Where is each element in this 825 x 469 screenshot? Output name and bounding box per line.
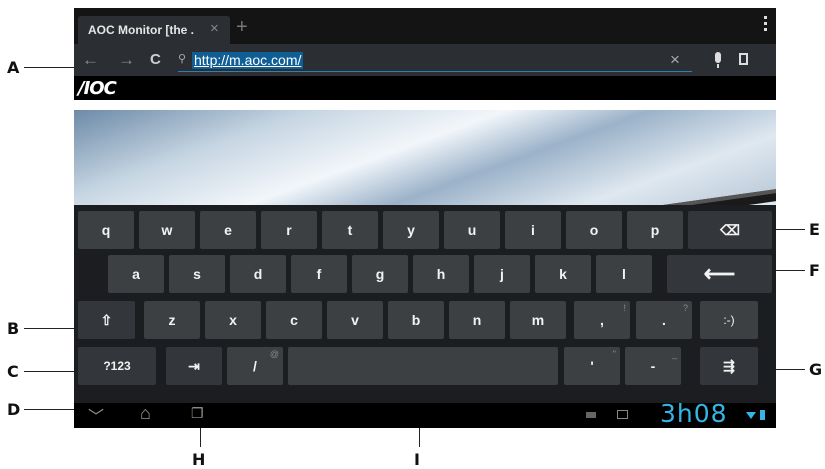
hero-banner-image (74, 110, 776, 205)
slash-label: / (253, 358, 257, 374)
key-b[interactable]: b (388, 301, 444, 339)
callout-d: D (7, 400, 21, 419)
enter-icon: ⟵ (703, 261, 736, 286)
on-screen-keyboard: q w e r t y u i o p ⌫ a s d f g h j k l … (74, 205, 776, 403)
key-j[interactable]: j (474, 255, 530, 293)
wifi-icon (746, 412, 756, 419)
system-bar: ﹀ ⌂ ❐ 3h08 (74, 399, 776, 428)
tab-key[interactable]: ⇥ (166, 347, 222, 385)
web-page-content: /IOC (74, 76, 776, 205)
key-c[interactable]: c (266, 301, 322, 339)
apostrophe-hint: " (612, 349, 616, 359)
search-icon: ⚲ (178, 53, 187, 65)
clear-url-icon[interactable]: × (670, 50, 680, 70)
period-hint: ? (682, 303, 688, 313)
aoc-logo[interactable]: /IOC (78, 78, 117, 99)
home-nav-icon[interactable]: ⌂ (140, 403, 151, 424)
key-d[interactable]: d (230, 255, 286, 293)
key-q[interactable]: q (78, 211, 134, 249)
key-f[interactable]: f (291, 255, 347, 293)
backspace-key[interactable]: ⌫ (688, 211, 772, 249)
comma-key[interactable]: , ! (574, 301, 630, 339)
back-arrow-icon[interactable]: ← (82, 50, 99, 70)
keyboard-notification-icon (586, 412, 596, 418)
key-k[interactable]: k (535, 255, 591, 293)
callout-i: I (414, 450, 420, 469)
battery-icon (760, 410, 765, 420)
monitor-image (619, 184, 776, 205)
dash-hint: _ (671, 349, 677, 359)
key-t[interactable]: t (322, 211, 378, 249)
url-field-underline (178, 71, 692, 72)
callout-a: A (7, 58, 20, 77)
apostrophe-key[interactable]: ' " (564, 347, 620, 385)
key-z[interactable]: z (144, 301, 200, 339)
spacebar[interactable] (288, 347, 558, 385)
apostrophe-label: ' (590, 358, 594, 374)
key-u[interactable]: u (444, 211, 500, 249)
bookmark-icon[interactable] (739, 53, 748, 65)
symbols-key[interactable]: ?123 (78, 347, 156, 385)
back-nav-icon[interactable]: ﹀ (88, 403, 104, 427)
comma-label: , (600, 312, 604, 328)
key-a[interactable]: a (108, 255, 164, 293)
dash-label: - (650, 358, 656, 374)
overflow-menu-icon[interactable] (764, 16, 768, 34)
tab-title: AOC Monitor [the . (88, 23, 194, 37)
key-s[interactable]: s (169, 255, 225, 293)
key-o[interactable]: o (566, 211, 622, 249)
callout-h: H (192, 450, 206, 469)
key-r[interactable]: r (261, 211, 317, 249)
key-v[interactable]: v (327, 301, 383, 339)
key-n[interactable]: n (449, 301, 505, 339)
tab-close-icon[interactable]: × (210, 20, 219, 37)
key-e[interactable]: e (200, 211, 256, 249)
key-h[interactable]: h (413, 255, 469, 293)
recent-apps-icon[interactable]: ❐ (191, 405, 204, 422)
period-key[interactable]: . ? (636, 301, 692, 339)
comma-hint: ! (623, 303, 626, 313)
settings-icon: ⇶ (723, 358, 735, 374)
reload-icon[interactable]: C (150, 51, 161, 68)
callout-c: C (7, 362, 19, 381)
callout-g: G (809, 360, 823, 379)
key-m[interactable]: m (510, 301, 566, 339)
key-l[interactable]: l (596, 255, 652, 293)
new-tab-icon[interactable]: + (236, 16, 248, 39)
tab-strip: AOC Monitor [the . × + (74, 8, 776, 44)
tab-icon: ⇥ (188, 358, 200, 374)
microphone-icon[interactable] (715, 52, 721, 68)
dash-key[interactable]: - _ (625, 347, 681, 385)
key-g[interactable]: g (352, 255, 408, 293)
callout-f: F (809, 261, 820, 280)
callout-c-line (24, 371, 81, 372)
site-header: /IOC (74, 76, 776, 100)
clock[interactable]: 3h08 (660, 399, 728, 428)
slash-hint: @ (269, 349, 279, 359)
smiley-key[interactable]: :-) (700, 301, 758, 339)
callout-d-line (24, 409, 81, 410)
slash-key[interactable]: / @ (227, 347, 283, 385)
shift-key[interactable]: ⇧ (78, 301, 135, 339)
callout-b: B (7, 319, 20, 338)
screenshot-notification-icon (617, 410, 628, 419)
tablet-screen: AOC Monitor [the . × + ← → C ⚲ http://m.… (74, 8, 776, 428)
key-x[interactable]: x (205, 301, 261, 339)
shift-icon: ⇧ (100, 312, 113, 328)
url-input[interactable]: http://m.aoc.com/ (192, 52, 304, 69)
key-w[interactable]: w (139, 211, 195, 249)
callout-h-line (200, 425, 201, 447)
key-y[interactable]: y (383, 211, 439, 249)
forward-arrow-icon[interactable]: → (118, 50, 135, 70)
url-bar: ← → C ⚲ http://m.aoc.com/ × (74, 44, 776, 76)
backspace-icon: ⌫ (720, 222, 740, 238)
period-label: . (662, 312, 666, 328)
key-p[interactable]: p (627, 211, 683, 249)
keyboard-settings-key[interactable]: ⇶ (700, 347, 758, 385)
enter-key[interactable]: ⟵ (667, 255, 772, 293)
callout-e: E (809, 220, 820, 239)
browser-tab[interactable]: AOC Monitor [the . × (78, 16, 230, 44)
key-i[interactable]: i (505, 211, 561, 249)
